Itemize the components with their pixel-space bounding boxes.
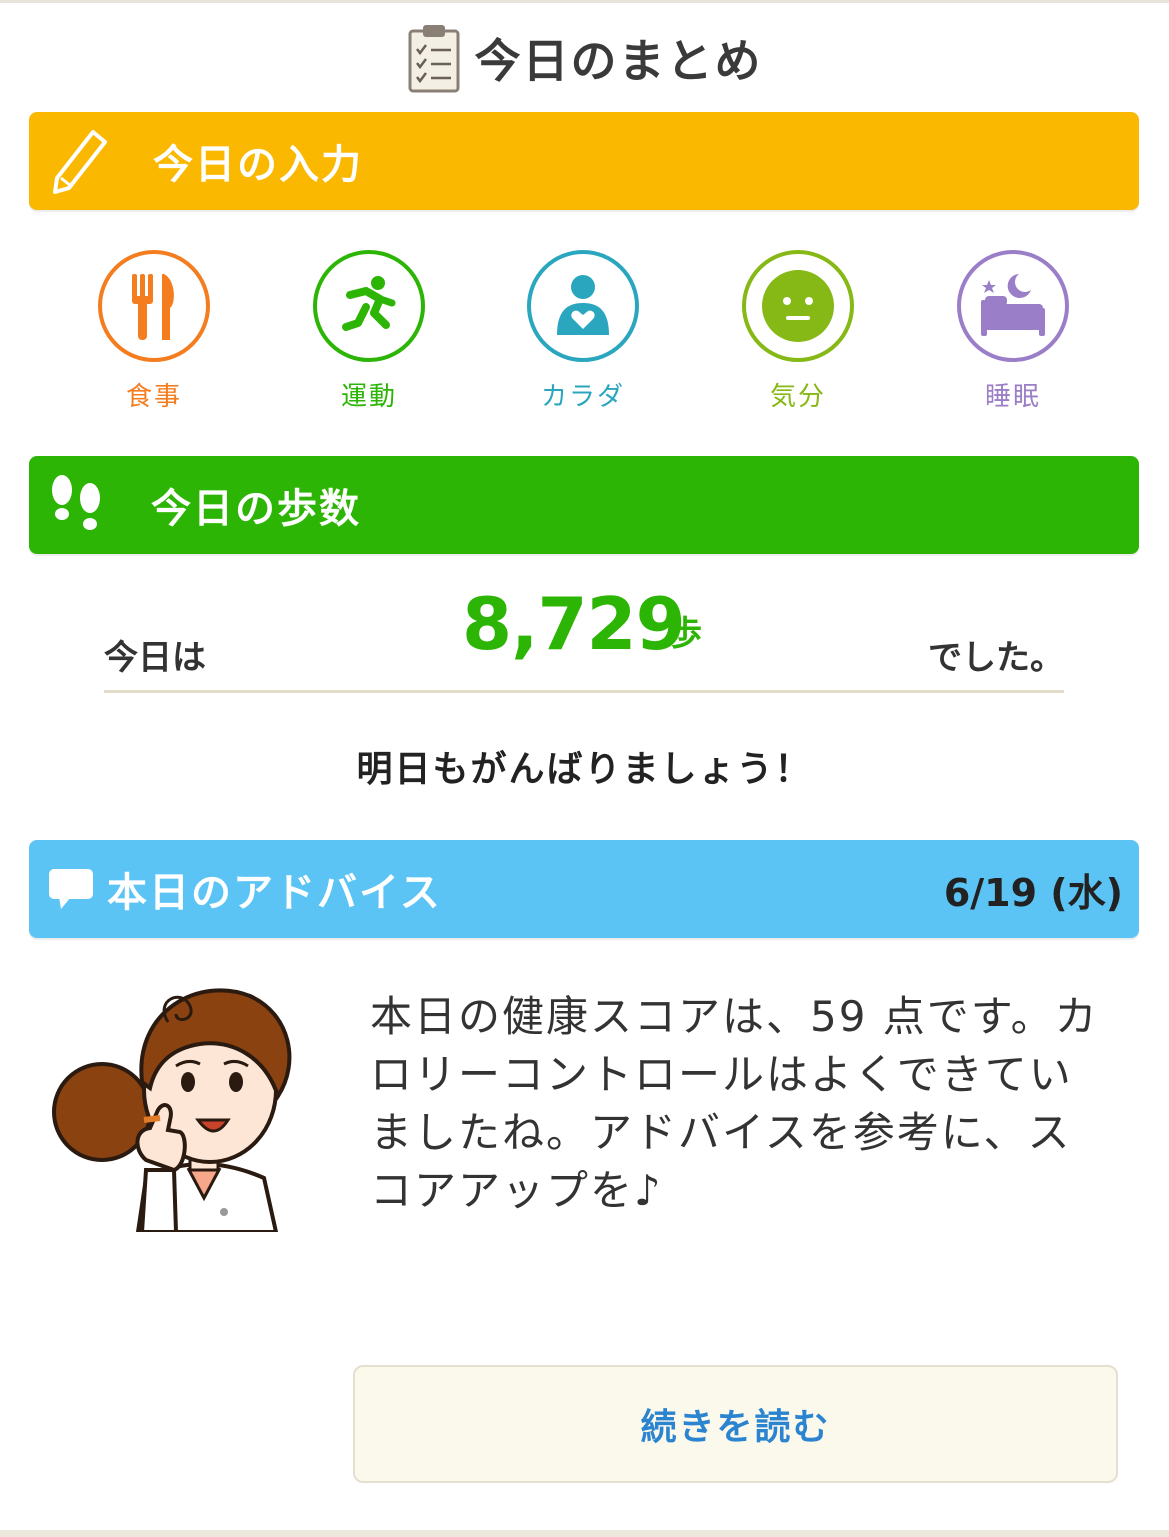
footprints-icon: [52, 475, 100, 530]
speech-bubble-icon: [49, 869, 93, 909]
bottom-border: [0, 1530, 1169, 1537]
steps-unit: 歩: [668, 614, 702, 654]
category-label: 食事: [125, 382, 182, 412]
meal-button[interactable]: [98, 250, 210, 362]
today-input-title: 今日の入力: [153, 142, 363, 188]
bed-moon-icon: [981, 274, 1045, 336]
category-label: カラダ: [540, 382, 625, 412]
category-label: 睡眠: [984, 382, 1041, 412]
category-meal[interactable]: 食事: [84, 250, 224, 413]
advisor-illustration: [52, 988, 292, 1232]
steps-summary: 今日は 8,729 歩 でした。: [104, 580, 1064, 693]
top-border: [0, 0, 1169, 3]
running-person-icon: [342, 276, 396, 331]
category-label: 気分: [769, 382, 826, 412]
mood-button[interactable]: [742, 250, 854, 362]
pencil-icon: [53, 130, 107, 194]
encouragement-message: 明日もがんばりましょう！: [356, 749, 813, 790]
page-title: 今日のまとめ: [474, 34, 763, 88]
advice-date: 6/19 (水): [943, 870, 1123, 915]
advice-header: 本日のアドバイス 6/19 (水): [29, 840, 1139, 938]
advice-text: 本日の健康スコアは、59 点です。カロリーコントロールはよくできていましたね。ア…: [370, 992, 1099, 1215]
page-header: 今日のまとめ: [0, 20, 1169, 96]
category-sleep[interactable]: 睡眠: [943, 250, 1083, 413]
today-steps-header: 今日の歩数: [29, 456, 1139, 554]
input-categories: 食事 運動 カラダ 気分 睡眠: [0, 250, 1169, 420]
steps-prefix: 今日は: [104, 638, 206, 678]
face-icon: [762, 270, 834, 342]
category-body[interactable]: カラダ: [513, 250, 653, 413]
today-steps-title: 今日の歩数: [151, 486, 361, 532]
steps-value: 8,729: [462, 582, 686, 666]
today-input-header: 今日の入力: [29, 112, 1139, 210]
category-label: 運動: [340, 382, 397, 412]
category-exercise[interactable]: 運動: [299, 250, 439, 413]
steps-suffix: でした。: [928, 638, 1064, 678]
body-button[interactable]: [527, 250, 639, 362]
exercise-button[interactable]: [313, 250, 425, 362]
category-mood[interactable]: 気分: [728, 250, 868, 413]
sleep-button[interactable]: [957, 250, 1069, 362]
advice-title: 本日のアドバイス: [107, 870, 442, 916]
read-more-button[interactable]: 続きを読む: [353, 1365, 1118, 1483]
person-heart-icon: [557, 275, 609, 335]
clipboard-checklist-icon: [408, 25, 459, 93]
fork-knife-icon: [132, 274, 174, 340]
